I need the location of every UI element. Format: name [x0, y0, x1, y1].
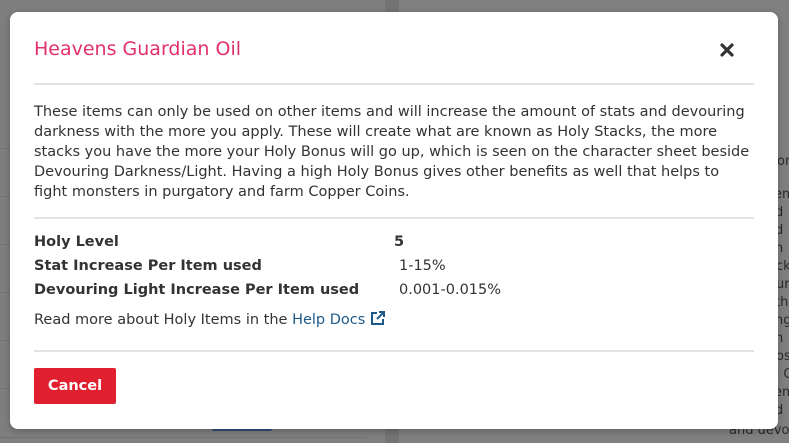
- external-link-icon[interactable]: [369, 310, 386, 327]
- description-divider: [34, 217, 754, 219]
- holy-level-label: Holy Level: [34, 234, 119, 250]
- background-text-fragment: on: [777, 154, 789, 169]
- cancel-button[interactable]: Cancel: [34, 368, 116, 404]
- help-docs-line: Read more about Holy Items in the Help D…: [34, 310, 386, 330]
- stat-increase-value: 1-15%: [399, 258, 446, 274]
- holy-level-value: 5: [394, 234, 405, 250]
- header-divider: [34, 83, 754, 85]
- devouring-light-label: Devouring Light Increase Per Item used: [34, 282, 360, 298]
- footer-divider: [34, 350, 754, 352]
- help-docs-link[interactable]: Help Docs: [292, 310, 386, 328]
- help-docs-prefix: Read more about Holy Items in the: [34, 312, 288, 328]
- modal-title: Heavens Guardian Oil: [34, 38, 241, 60]
- help-docs-link-label: Help Docs: [292, 312, 366, 328]
- modal-dialog: Heavens Guardian Oil These items can onl…: [10, 12, 778, 429]
- description-text: These items can only be used on other it…: [34, 104, 750, 200]
- devouring-light-value: 0.001-0.015%: [399, 282, 502, 298]
- stat-increase-label: Stat Increase Per Item used: [34, 258, 262, 274]
- background-row-divider: [0, 437, 367, 438]
- close-icon[interactable]: [716, 39, 738, 61]
